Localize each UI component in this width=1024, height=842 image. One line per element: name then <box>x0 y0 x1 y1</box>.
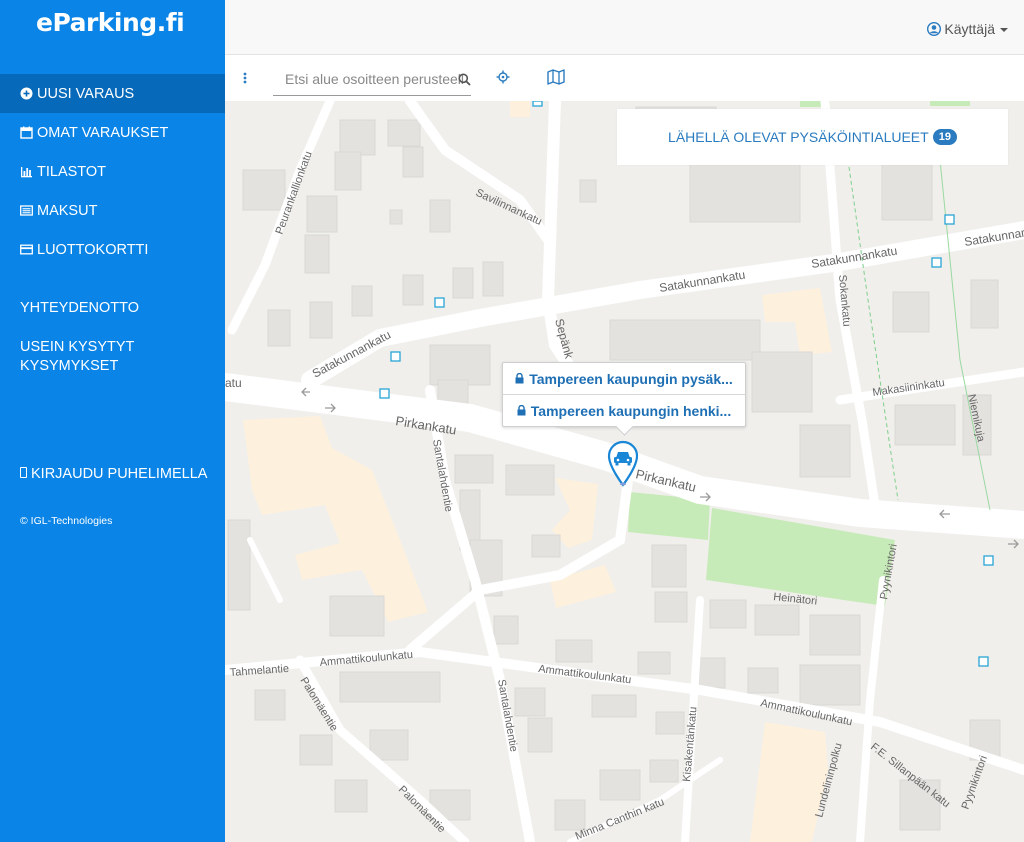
parking-area-popup: Tampereen kaupungin pysäk... Tampereen k… <box>502 362 746 436</box>
search-icon[interactable] <box>458 73 471 91</box>
parking-area-option[interactable]: Tampereen kaupungin pysäk... <box>503 363 745 394</box>
search-input[interactable] <box>273 65 465 93</box>
nearby-parking-label: LÄHELLÄ OLEVAT PYSÄKÖINTIALUEET <box>668 129 929 145</box>
parking-area-label: Tampereen kaupungin henki... <box>530 402 732 419</box>
sidebar-item-label: MAKSUT <box>37 202 98 219</box>
sidebar-item-uusi-varaus[interactable]: UUSI VARAUS <box>0 74 225 113</box>
user-circle-icon <box>927 22 942 36</box>
crosshair-icon[interactable] <box>496 70 510 89</box>
parking-area-label: Tampereen kaupungin pysäk... <box>529 370 733 387</box>
copyright: © IGL-Technologies <box>20 515 113 527</box>
sidebar: eParking.fi UUSI VARAUS OMAT VARAUKSET T… <box>0 0 225 842</box>
chevron-down-icon <box>1000 28 1008 32</box>
mobile-icon <box>20 467 27 478</box>
list-icon <box>20 204 33 217</box>
car-marker-icon[interactable] <box>606 439 640 492</box>
user-menu-label: Käyttäjä <box>944 21 995 37</box>
phone-login-label: KIRJAUDU PUHELIMELLA <box>31 466 208 482</box>
sidebar-item-label: LUOTTOKORTTI <box>37 241 149 258</box>
faq-link[interactable]: USEIN KYSYTYT KYSYMYKSET <box>20 338 170 376</box>
plus-circle-icon <box>20 87 33 100</box>
more-options-icon[interactable] <box>242 70 248 86</box>
sidebar-item-label: TILASTOT <box>37 163 107 180</box>
user-menu[interactable]: Käyttäjä <box>927 21 1008 37</box>
street-label: atu <box>225 376 242 390</box>
map-icon[interactable] <box>547 69 565 90</box>
sidebar-item-luottokortti[interactable]: LUOTTOKORTTI <box>0 230 225 269</box>
sidebar-item-maksut[interactable]: MAKSUT <box>0 191 225 230</box>
calendar-icon <box>20 126 33 139</box>
nearby-parking-button[interactable]: LÄHELLÄ OLEVAT PYSÄKÖINTIALUEET 19 <box>617 109 1008 165</box>
bar-chart-icon <box>20 165 33 178</box>
phone-login-link[interactable]: KIRJAUDU PUHELIMELLA <box>20 465 207 484</box>
contact-link[interactable]: YHTEYDENOTTO <box>20 299 139 318</box>
lock-icon <box>517 403 526 419</box>
sidebar-item-tilastot[interactable]: TILASTOT <box>0 152 225 191</box>
lock-icon <box>515 371 524 387</box>
app-logo[interactable]: eParking.fi <box>36 8 185 37</box>
sidebar-item-label: OMAT VARAUKSET <box>37 124 169 141</box>
top-bar: Käyttäjä <box>225 0 1024 55</box>
sidebar-item-label: UUSI VARAUS <box>37 85 135 102</box>
nearby-count-badge: 19 <box>932 129 957 145</box>
sidebar-item-omat-varaukset[interactable]: OMAT VARAUKSET <box>0 113 225 152</box>
credit-card-icon <box>20 243 33 256</box>
map-toolbar <box>225 55 1024 101</box>
search-box <box>273 65 471 96</box>
